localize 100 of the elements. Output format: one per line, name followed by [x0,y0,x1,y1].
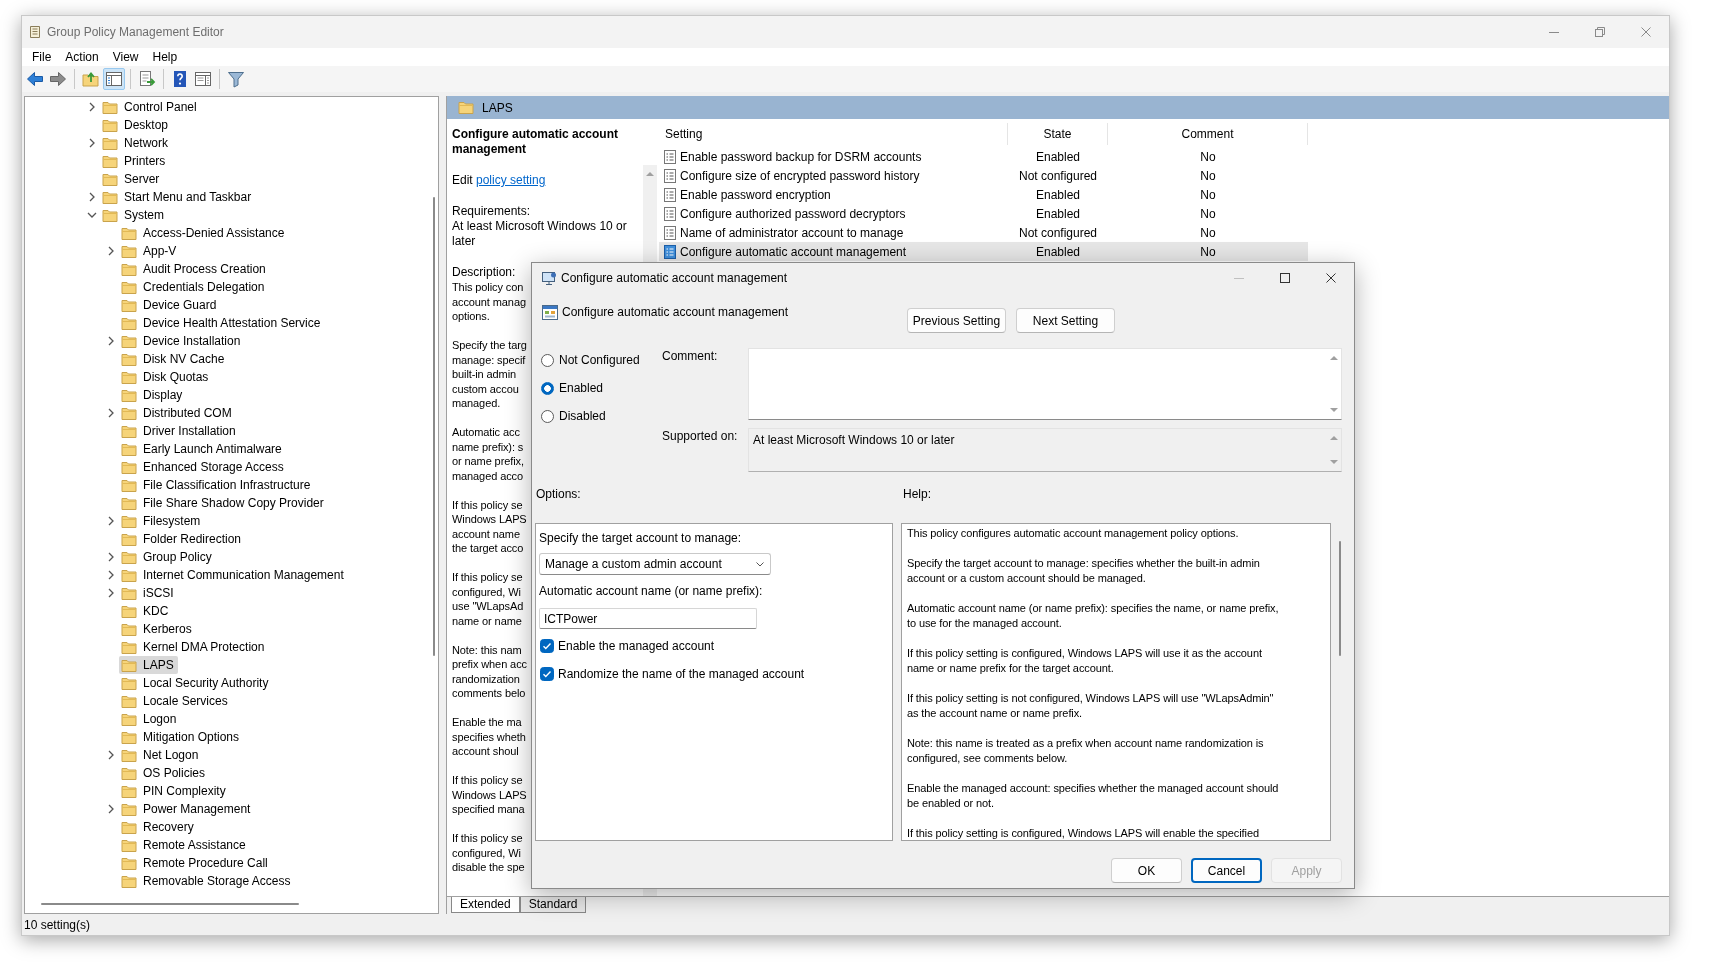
folder-icon [102,135,118,151]
tree-item[interactable]: Access-Denied Assistance [119,224,289,242]
menu-item[interactable]: File [25,48,59,66]
tree-item[interactable]: Remote Assistance [119,836,250,854]
tree-item[interactable]: Desktop [100,116,173,134]
tree-item[interactable]: Kernel DMA Protection [119,638,269,656]
tree-item[interactable]: Credentials Delegation [119,278,269,296]
tree-item[interactable]: Locale Services [119,692,232,710]
edit-link[interactable]: policy setting [476,173,546,187]
text-field[interactable]: ICTPower [539,608,757,629]
tree-item[interactable]: Early Launch Antimalware [119,440,286,458]
radio-button[interactable] [541,353,554,367]
tree-item[interactable]: Start Menu and Taskbar [100,188,256,206]
radio-label[interactable]: Not Configured [559,353,640,367]
scrollbar-thumb[interactable] [1339,541,1341,656]
menu-item[interactable]: Help [145,48,185,66]
checkbox[interactable] [539,638,555,654]
table-row[interactable]: Name of administrator account to manage Not configured No [659,223,1308,242]
tree-item[interactable]: Kerberos [119,620,196,638]
tree-item[interactable]: Distributed COM [119,404,236,422]
dialog-button[interactable]: Cancel [1191,858,1262,883]
nav-button[interactable]: Previous Setting [907,308,1006,333]
scrollbar-thumb[interactable] [433,197,435,656]
checkbox-label[interactable]: Randomize the name of the managed account [558,667,805,681]
tree-item[interactable]: Display [119,386,187,404]
description-text: If this policy se configured, Wi disable the spe [452,831,525,875]
help-text: This policy configures automatic account management policy options. [907,526,1240,541]
folder-icon [121,495,137,511]
scroll-up-icon[interactable] [1328,353,1340,363]
tree-item[interactable]: LAPS [119,656,178,674]
dialog-button[interactable]: OK [1111,858,1182,883]
tree-item[interactable]: Local Security Authority [119,674,273,692]
folder-icon [121,441,137,457]
table-row[interactable]: Configure authorized password decryptors Enabled No [659,204,1308,223]
menu-item[interactable]: View [105,48,146,66]
toolbar-button[interactable] [103,68,125,90]
table-cell-text: Enabled [1034,149,1081,164]
tree-item[interactable]: KDC [119,602,173,620]
tab[interactable]: Extended [451,897,520,913]
folder-icon [121,657,137,673]
nav-button[interactable]: Next Setting [1016,308,1115,333]
tree-item[interactable]: Internet Communication Management [119,566,348,584]
tree-item[interactable]: Removable Storage Access [119,872,295,890]
tree-item[interactable]: App-V [119,242,181,260]
tree-item[interactable]: Disk NV Cache [119,350,229,368]
tree-item[interactable]: System [100,206,168,224]
tree-item[interactable]: OS Policies [119,764,210,782]
tree-item[interactable]: Enhanced Storage Access [119,458,288,476]
folder-icon [121,351,137,367]
tree-item[interactable]: Mitigation Options [119,728,244,746]
maximize-icon[interactable] [1277,270,1293,286]
tab[interactable]: Standard [519,897,587,913]
folder-icon [121,585,137,601]
radio-label[interactable]: Enabled [559,381,604,395]
comment-field[interactable] [748,348,1342,420]
tree-item[interactable]: Network [100,134,172,152]
tree-item[interactable]: Logon [119,710,181,728]
tree-item[interactable]: Printers [100,152,170,170]
tree-item[interactable]: Recovery [119,818,198,836]
radio-button[interactable] [541,381,554,395]
tree-item[interactable]: Server [100,170,164,188]
table-row[interactable]: Enable password backup for DSRM accounts Enabled No [659,147,1308,166]
scroll-down-icon[interactable] [1328,405,1340,415]
table-row[interactable]: Configure size of encrypted password history Not configured No [659,166,1308,185]
scrollbar-thumb[interactable] [41,903,299,905]
tree-item[interactable]: Filesystem [119,512,205,530]
column-header[interactable]: Comment [1108,123,1308,145]
tree-item[interactable]: Device Health Attestation Service [119,314,325,332]
table-cell-text: Not configured [1017,225,1098,240]
tree-item[interactable]: File Share Shadow Copy Provider [119,494,328,512]
tree-item[interactable]: Net Logon [119,746,203,764]
tree-item[interactable]: File Classification Infrastructure [119,476,315,494]
table-row[interactable]: Configure automatic account management Enabled No [659,242,1308,261]
radio-button[interactable] [541,409,554,423]
table-cell-text: Configure size of encrypted password history [679,168,921,183]
tree-item[interactable]: Group Policy [119,548,216,566]
table-row[interactable]: Enable password encryption Enabled No [659,185,1308,204]
tree-item[interactable]: Control Panel [100,98,201,116]
policy-name: Configure automatic account management [562,305,789,319]
tree-item[interactable]: Folder Redirection [119,530,246,548]
tree-item[interactable]: PIN Complexity [119,782,230,800]
checkbox[interactable] [539,666,555,682]
help-icon [171,70,189,88]
checkbox-label[interactable]: Enable the managed account [558,639,715,653]
tree-item[interactable]: Remote Procedure Call [119,854,272,872]
folder-icon [102,207,118,223]
tree-item[interactable]: Device Guard [119,296,221,314]
column-header[interactable]: Setting [659,123,1008,145]
tree-item[interactable]: Disk Quotas [119,368,213,386]
radio-label[interactable]: Disabled [559,409,606,423]
tree-item[interactable]: iSCSI [119,584,178,602]
menu-item[interactable]: Action [58,48,106,66]
help-text: Automatic account name (or name prefix): specifies the name, or name prefix, to use for the managed account. [907,601,1280,631]
tree-item[interactable]: Device Installation [119,332,245,350]
restore-icon[interactable] [1592,24,1608,40]
tree-item[interactable]: Driver Installation [119,422,240,440]
tree-item[interactable]: Audit Process Creation [119,260,270,278]
tree-item[interactable]: Power Management [119,800,255,818]
column-header[interactable]: State [1008,123,1108,145]
dropdown[interactable]: Manage a custom admin account [539,553,771,575]
